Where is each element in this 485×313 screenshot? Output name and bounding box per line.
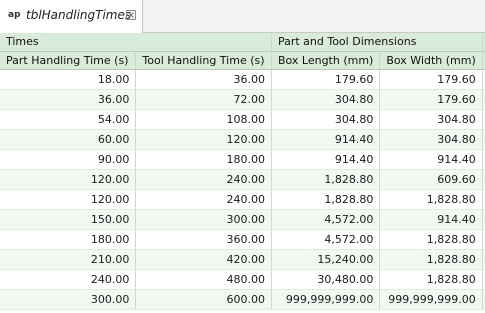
part-handling-time-cell[interactable]: 120.00 — [0, 169, 137, 190]
part-handling-time-cell[interactable]: 90.00 — [0, 149, 137, 170]
part-handling-time-cell[interactable]: 18.00 — [0, 69, 137, 90]
tool-handling-time-cell[interactable]: 240.00 — [135, 189, 272, 210]
data-grid[interactable]: Times Part and Tool Dimensions Part Hand… — [0, 33, 485, 313]
box-width-cell[interactable]: 914.40 — [379, 149, 483, 170]
box-length-cell[interactable]: 1,828.80 — [271, 189, 381, 210]
column-header-part-handling-time[interactable]: Part Handling Time (s) — [0, 51, 137, 70]
tab-tblhandlingtimes[interactable]: ap tblHandlingTimes — [0, 0, 143, 33]
box-length-cell[interactable]: 1,828.80 — [271, 169, 381, 190]
part-handling-time-cell[interactable]: 300.00 — [0, 289, 137, 310]
box-width-cell[interactable]: 304.80 — [379, 129, 483, 150]
part-handling-time-cell[interactable]: 36.00 — [0, 89, 137, 110]
box-length-cell[interactable]: 999,999,999.00 — [271, 289, 381, 310]
table-row[interactable]: 240.00 480.00 30,480.00 1,828.80 — [0, 269, 485, 290]
box-length-cell[interactable]: 4,572.00 — [271, 229, 381, 250]
group-header-row: Times Part and Tool Dimensions — [0, 33, 485, 52]
box-length-cell[interactable]: 179.60 — [271, 69, 381, 90]
box-width-cell[interactable]: 1,828.80 — [379, 189, 483, 210]
box-length-cell[interactable]: 4,572.00 — [271, 209, 381, 230]
column-header-box-width[interactable]: Box Width (mm) — [379, 51, 483, 70]
box-width-cell[interactable]: 914.40 — [379, 209, 483, 230]
part-handling-time-cell[interactable]: 180.00 — [0, 229, 137, 250]
box-length-cell[interactable]: 304.80 — [271, 89, 381, 110]
box-width-cell[interactable]: 609.60 — [379, 169, 483, 190]
part-handling-time-cell[interactable]: 210.00 — [0, 249, 137, 270]
column-header-tool-handling-time[interactable]: Tool Handling Time (s) — [135, 51, 272, 70]
table-row[interactable]: 18.00 36.00 179.60 179.60 — [0, 69, 485, 90]
box-length-cell[interactable]: 15,240.00 — [271, 249, 381, 270]
table-row[interactable]: 120.00 240.00 1,828.80 609.60 — [0, 169, 485, 190]
box-width-cell[interactable]: 999,999,999.00 — [379, 289, 483, 310]
group-header-part-tool-dimensions[interactable]: Part and Tool Dimensions — [271, 33, 483, 52]
column-header-box-length[interactable]: Box Length (mm) — [271, 51, 381, 70]
part-handling-time-cell[interactable]: 54.00 — [0, 109, 137, 130]
box-length-cell[interactable]: 914.40 — [271, 129, 381, 150]
table-row[interactable]: 36.00 72.00 304.80 179.60 — [0, 89, 485, 110]
handling-times-table: Times Part and Tool Dimensions Part Hand… — [0, 33, 485, 310]
tool-handling-time-cell[interactable]: 300.00 — [135, 209, 272, 230]
table-row[interactable]: 54.00 108.00 304.80 304.80 — [0, 109, 485, 130]
tool-handling-time-cell[interactable]: 480.00 — [135, 269, 272, 290]
table-row[interactable]: 210.00 420.00 15,240.00 1,828.80 — [0, 249, 485, 270]
part-handling-time-cell[interactable]: 60.00 — [0, 129, 137, 150]
table-row[interactable]: 300.00 600.00 999,999,999.00 999,999,999.00 — [0, 289, 485, 310]
tool-handling-time-cell[interactable]: 240.00 — [135, 169, 272, 190]
table-icon: ap — [8, 10, 21, 20]
table-row[interactable]: 150.00 300.00 4,572.00 914.40 — [0, 209, 485, 230]
box-width-cell[interactable]: 1,828.80 — [379, 229, 483, 250]
table-row[interactable]: 120.00 240.00 1,828.80 1,828.80 — [0, 189, 485, 210]
tab-title: tblHandlingTimes — [26, 8, 132, 22]
column-header-row: Part Handling Time (s) Tool Handling Tim… — [0, 51, 485, 70]
box-length-cell[interactable]: 304.80 — [271, 109, 381, 130]
box-width-cell[interactable]: 179.60 — [379, 69, 483, 90]
tool-handling-time-cell[interactable]: 108.00 — [135, 109, 272, 130]
table-row[interactable]: 180.00 360.00 4,572.00 1,828.80 — [0, 229, 485, 250]
tool-handling-time-cell[interactable]: 420.00 — [135, 249, 272, 270]
tool-handling-time-cell[interactable]: 360.00 — [135, 229, 272, 250]
table-row[interactable]: 90.00 180.00 914.40 914.40 — [0, 149, 485, 170]
box-width-cell[interactable]: 304.80 — [379, 109, 483, 130]
box-length-cell[interactable]: 30,480.00 — [271, 269, 381, 290]
table-row[interactable]: 60.00 120.00 914.40 304.80 — [0, 129, 485, 150]
tool-handling-time-cell[interactable]: 180.00 — [135, 149, 272, 170]
tool-handling-time-cell[interactable]: 600.00 — [135, 289, 272, 310]
group-header-times[interactable]: Times — [0, 33, 272, 52]
editor-tab-bar: ap tblHandlingTimes — [0, 0, 485, 33]
part-handling-time-cell[interactable]: 150.00 — [0, 209, 137, 230]
tool-handling-time-cell[interactable]: 36.00 — [135, 69, 272, 90]
box-width-cell[interactable]: 179.60 — [379, 89, 483, 110]
box-length-cell[interactable]: 914.40 — [271, 149, 381, 170]
box-width-cell[interactable]: 1,828.80 — [379, 249, 483, 270]
box-width-cell[interactable]: 1,828.80 — [379, 269, 483, 290]
close-icon[interactable] — [126, 10, 136, 20]
part-handling-time-cell[interactable]: 120.00 — [0, 189, 137, 210]
tool-handling-time-cell[interactable]: 120.00 — [135, 129, 272, 150]
table-body: 18.00 36.00 179.60 179.60 36.00 72.00 304.80 17… — [0, 69, 485, 310]
part-handling-time-cell[interactable]: 240.00 — [0, 269, 137, 290]
tool-handling-time-cell[interactable]: 72.00 — [135, 89, 272, 110]
